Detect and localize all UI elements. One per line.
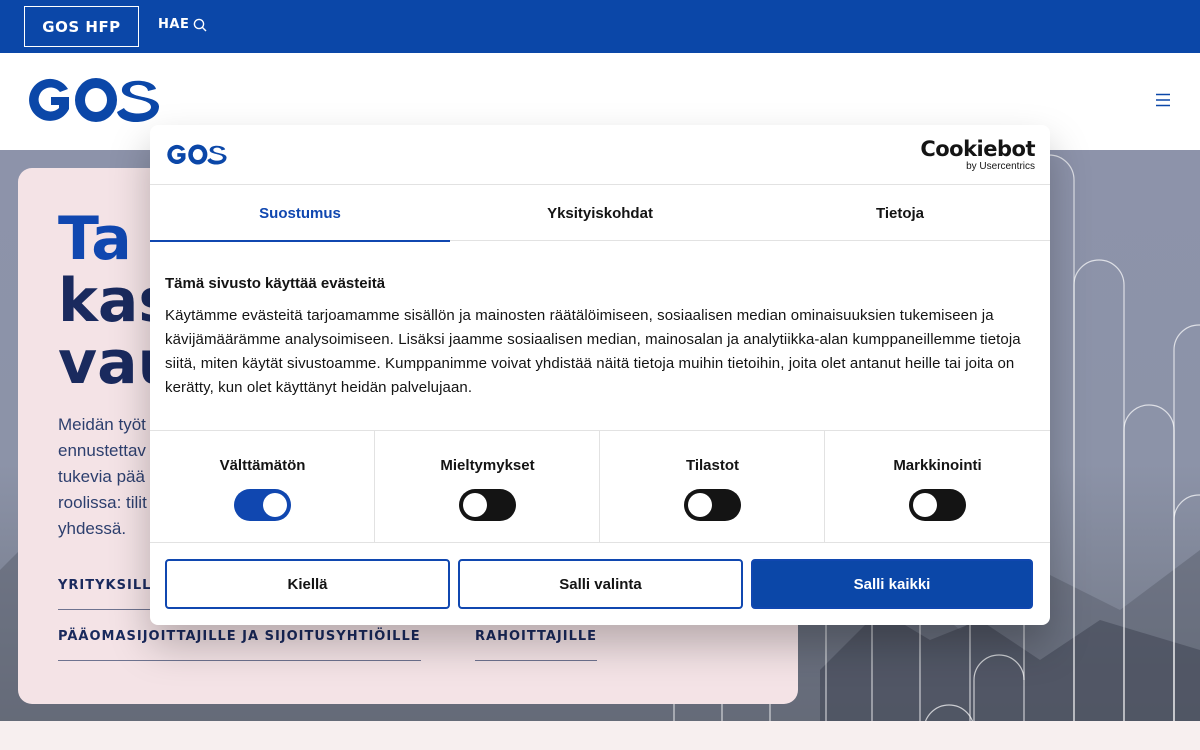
gos-dialog-logo (167, 144, 227, 165)
hero-link-companies[interactable]: YRITYKSILL (58, 578, 152, 610)
gos-hfp-link[interactable]: GOS HFP (24, 6, 139, 47)
toggle-marketing-switch[interactable] (909, 489, 966, 521)
cookiebot-logo[interactable]: Cookiebot by Usercentrics (920, 137, 1035, 172)
toggle-necessary: Välttämätön (150, 431, 375, 543)
toggle-statistics-switch[interactable] (684, 489, 741, 521)
toggle-marketing: Markkinointi (825, 431, 1050, 543)
toggle-necessary-label: Välttämätön (219, 457, 306, 474)
deny-button[interactable]: Kiellä (165, 559, 450, 609)
switch-knob (913, 493, 937, 517)
dialog-heading: Tämä sivusto käyttää evästeitä (165, 275, 386, 292)
tab-about[interactable]: Tietoja (750, 185, 1050, 241)
toggle-preferences-label: Mieltymykset (440, 457, 535, 474)
toggle-statistics: Tilastot (600, 431, 825, 543)
switch-knob (263, 493, 287, 517)
gos-logo[interactable] (24, 75, 160, 125)
search-icon (194, 18, 207, 31)
dialog-tabs: Suostumus Yksityiskohdat Tietoja (150, 185, 1050, 242)
dialog-header: Cookiebot by Usercentrics (150, 125, 1050, 185)
top-bar: GOS HFP HAE (0, 0, 1200, 53)
consent-toggles: Välttämätön Mieltymykset Tilastot Markki… (150, 430, 1050, 543)
dialog-body: Tämä sivusto käyttää evästeitä Käytämme … (165, 275, 1035, 400)
toggle-preferences: Mieltymykset (375, 431, 600, 543)
tab-details[interactable]: Yksityiskohdat (450, 185, 750, 241)
hero-link-financiers[interactable]: RAHOITTAJILLE (475, 629, 598, 661)
search-label: HAE (158, 17, 190, 32)
cookie-consent-dialog: Cookiebot by Usercentrics Suostumus Yksi… (150, 125, 1050, 625)
hamburger-menu-icon[interactable] (1155, 93, 1171, 107)
cookiebot-logo-sub: by Usercentrics (966, 161, 1035, 172)
allow-all-button[interactable]: Salli kaikki (751, 559, 1033, 609)
switch-knob (463, 493, 487, 517)
tab-consent[interactable]: Suostumus (150, 185, 450, 242)
bottom-band (0, 721, 1200, 750)
toggle-marketing-label: Markkinointi (893, 457, 982, 474)
dialog-description: Käytämme evästeitä tarjoamamme sisällön … (165, 307, 1021, 396)
hero-link-investors[interactable]: PÄÄOMASIJOITTAJILLE JA SIJOITUSYHTIÖILLE (58, 629, 421, 661)
switch-knob (688, 493, 712, 517)
toggle-necessary-switch[interactable] (234, 489, 291, 521)
allow-selection-button[interactable]: Salli valinta (458, 559, 743, 609)
toggle-preferences-switch[interactable] (459, 489, 516, 521)
search-link[interactable]: HAE (158, 17, 207, 32)
dialog-buttons: Kiellä Salli valinta Salli kaikki (165, 559, 1035, 609)
cookiebot-logo-main: Cookiebot (920, 137, 1035, 161)
toggle-statistics-label: Tilastot (685, 457, 740, 474)
